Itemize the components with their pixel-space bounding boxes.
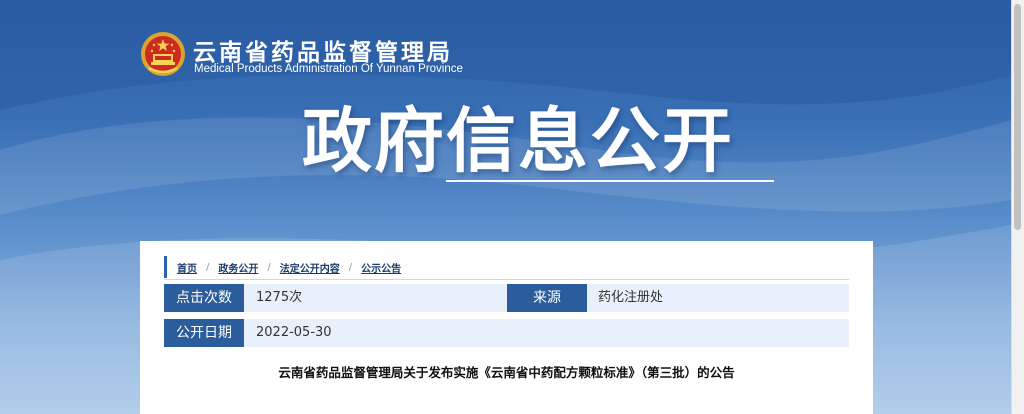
- page-scrollbar[interactable]: [1011, 0, 1024, 414]
- content-panel: 首页 / 政务公开 / 法定公开内容 / 公示公告 点击次数 1275次 来源 …: [140, 241, 873, 414]
- hero-title: 政府信息公开: [302, 100, 734, 182]
- site-title-cn[interactable]: 云南省药品监督管理局: [193, 33, 453, 67]
- clicks-label: 点击次数: [164, 284, 244, 312]
- national-emblem-icon[interactable]: [139, 30, 187, 78]
- breadcrumb: 首页 / 政务公开 / 法定公开内容 / 公示公告: [164, 256, 401, 278]
- document-title: 云南省药品监督管理局关于发布实施《云南省中药配方颗粒标准》（第三批）的公告: [278, 365, 735, 380]
- hero-underline: [446, 180, 774, 182]
- site-title-en: Medical Products Administration Of Yunna…: [194, 63, 463, 75]
- breadcrumb-announcements-link[interactable]: 公示公告: [361, 260, 401, 275]
- breadcrumb-separator: /: [267, 261, 271, 273]
- breadcrumb-gov-affairs-link[interactable]: 政务公开: [218, 260, 258, 275]
- source-value: 药化注册处: [598, 290, 664, 305]
- breadcrumb-divider: [164, 279, 849, 280]
- info-row-clicks-source: 点击次数 1275次 来源 药化注册处: [164, 284, 849, 312]
- breadcrumb-home-link[interactable]: 首页: [177, 260, 197, 275]
- source-label: 来源: [507, 284, 587, 312]
- breadcrumb-separator: /: [206, 261, 210, 273]
- publish-date-label: 公开日期: [164, 319, 244, 347]
- clicks-value: 1275次: [256, 290, 303, 305]
- breadcrumb-separator: /: [348, 261, 353, 273]
- breadcrumb-statutory-content-link[interactable]: 法定公开内容: [280, 260, 340, 275]
- scrollbar-thumb[interactable]: [1014, 4, 1021, 230]
- info-row-date: 公开日期 2022-05-30: [164, 319, 849, 347]
- publish-date-value: 2022-05-30: [256, 325, 332, 340]
